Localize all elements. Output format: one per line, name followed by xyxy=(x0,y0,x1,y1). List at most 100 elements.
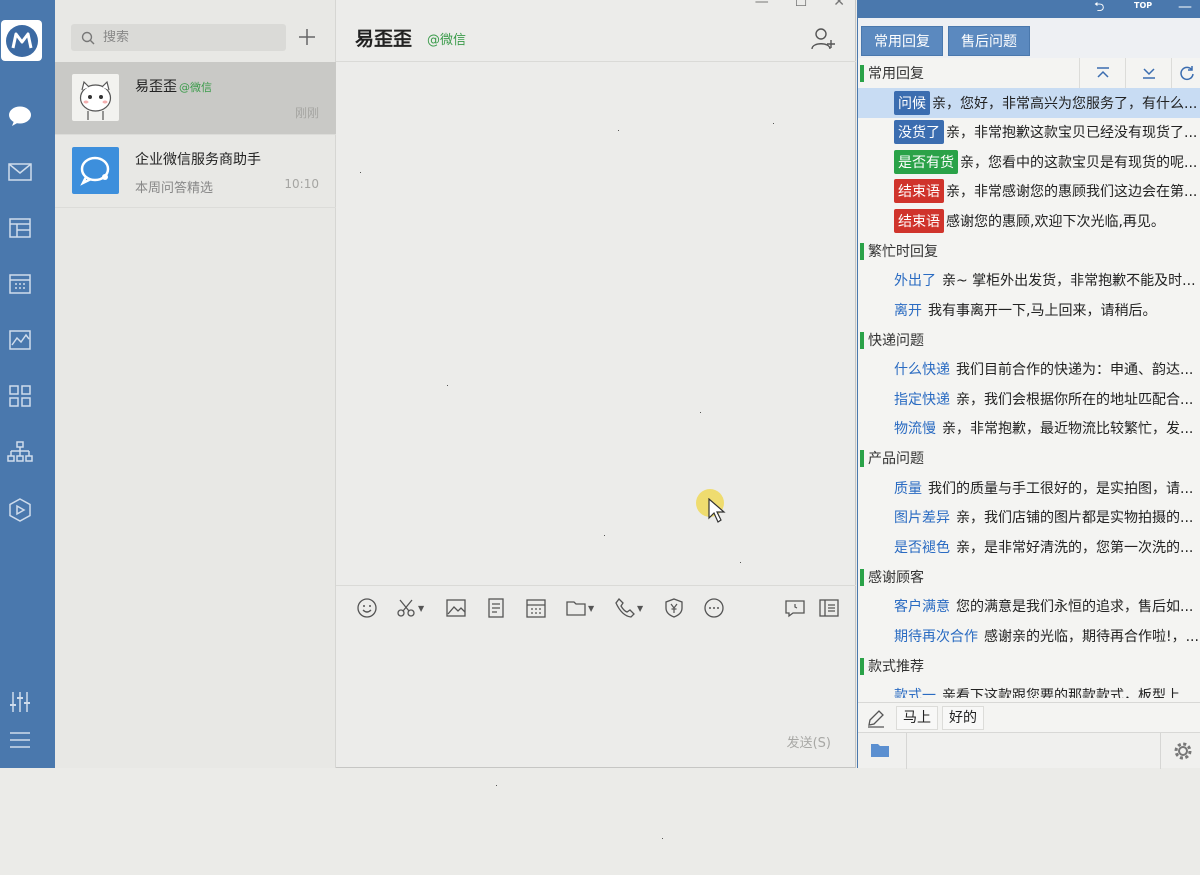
move-bottom-button[interactable] xyxy=(1125,58,1171,88)
payment-button[interactable] xyxy=(663,596,685,620)
move-top-icon xyxy=(1096,67,1109,78)
chart-icon[interactable] xyxy=(6,326,34,354)
quick-reply-item[interactable]: 期待再次合作 感谢亲的光临，期待再合作啦!，... xyxy=(858,621,1200,651)
quick-reply-text: 亲，非常抱歉这款宝贝已经没有现货了... xyxy=(946,125,1198,142)
edit-icon[interactable] xyxy=(866,708,886,732)
quick-words-bar: 马上 好的 xyxy=(858,702,1200,732)
quick-reply-item[interactable]: 什么快递 我们目前合作的快递为：申通、韵达... xyxy=(858,355,1200,385)
message-time: 10:10 xyxy=(284,177,319,191)
quick-reply-category[interactable]: 快递问题 xyxy=(858,324,1200,355)
app-logo xyxy=(1,20,42,61)
quick-reply-label: 客户满意 xyxy=(894,599,950,616)
cube-icon[interactable] xyxy=(6,214,34,242)
screenshot-button[interactable]: ▼ xyxy=(395,596,424,620)
quick-reply-item[interactable]: 外出了 亲~ 掌柜外出发货，非常抱歉不能及时... xyxy=(858,266,1200,296)
menu-icon[interactable] xyxy=(6,726,34,754)
quick-reply-text: 您的满意是我们永恒的追求，售后如... xyxy=(956,599,1194,616)
quick-reply-text: 亲，我们店铺的图片都是实物拍摄的... xyxy=(956,510,1194,527)
emoji-button[interactable] xyxy=(356,596,378,620)
more-button[interactable] xyxy=(703,596,725,620)
quick-reply-item[interactable]: 结束语 亲，非常感谢您的惠顾我们这边会在第... xyxy=(858,177,1200,207)
quick-reply-category[interactable]: 感谢顾客 xyxy=(858,561,1200,592)
add-member-button[interactable] xyxy=(810,26,836,52)
quick-reply-text: 我们目前合作的快递为：申通、韵达... xyxy=(956,362,1194,379)
add-user-icon xyxy=(811,28,835,50)
quick-reply-category[interactable]: 产品问题 xyxy=(858,443,1200,473)
hexagon-icon[interactable] xyxy=(6,496,34,524)
search-box[interactable] xyxy=(71,24,286,51)
refresh-icon xyxy=(1179,66,1194,81)
history-button[interactable] xyxy=(784,596,806,620)
sliders-icon[interactable] xyxy=(6,688,34,716)
folder-button[interactable]: ▼ xyxy=(565,596,594,620)
quick-reply-text: 亲看下这款跟您要的那款款式，板型上... xyxy=(942,688,1194,698)
search-input[interactable] xyxy=(103,30,273,45)
back-icon[interactable]: ⮌ xyxy=(1094,0,1104,20)
document-icon xyxy=(488,598,504,618)
refresh-button[interactable] xyxy=(1171,58,1200,88)
message-preview: 本周问答精选 xyxy=(135,181,214,196)
quick-reply-panel: ⮌ TOP — 常用回复 售后问题 常用回复 问候 亲，您好，非常高兴为您服务了，有… xyxy=(857,0,1200,769)
conversation-item[interactable]: 易歪歪 @微信 刚刚 xyxy=(55,62,336,135)
calendar-icon xyxy=(526,599,546,618)
mail-icon[interactable] xyxy=(6,158,34,186)
quick-reply-label: 是否有货 xyxy=(894,149,958,174)
sidebar-toggle-button[interactable] xyxy=(818,596,840,620)
apps-grid-icon[interactable] xyxy=(6,382,34,410)
tab-after-sales[interactable]: 售后问题 xyxy=(948,26,1030,56)
minimize-panel-button[interactable]: — xyxy=(1178,0,1192,15)
left-nav xyxy=(0,0,55,768)
chat-bubble-icon[interactable] xyxy=(6,102,34,130)
quick-reply-item[interactable]: 质量 我们的质量与手工很好的，是实拍图，请... xyxy=(858,473,1200,503)
quick-reply-text: 亲，非常抱歉，最近物流比较繁忙，发... xyxy=(942,421,1194,438)
quick-reply-label: 结束语 xyxy=(894,208,944,233)
quick-word-button[interactable]: 马上 xyxy=(896,706,938,730)
move-bottom-icon xyxy=(1142,68,1155,79)
schedule-button[interactable] xyxy=(525,596,547,620)
send-button[interactable]: 发送(S) xyxy=(787,732,831,751)
image-button[interactable] xyxy=(445,596,467,620)
quick-reply-item[interactable]: 物流慢 亲，非常抱歉，最近物流比较繁忙，发... xyxy=(858,414,1200,444)
quick-reply-text: 我有事离开一下,马上回来，请稍后。 xyxy=(928,302,1157,319)
tab-common-replies[interactable]: 常用回复 xyxy=(861,26,943,56)
quick-reply-item[interactable]: 是否有货 亲，您看中的这款宝贝是有现货的呢... xyxy=(858,147,1200,177)
quick-reply-label: 是否褪色 xyxy=(894,539,950,556)
quick-reply-text: 亲，您看中的这款宝贝是有现货的呢... xyxy=(960,154,1198,171)
quick-reply-item[interactable]: 是否褪色 亲，是非常好清洗的，您第一次洗的... xyxy=(858,532,1200,562)
contact-name: 企业微信服务商助手 xyxy=(135,152,261,168)
quick-reply-label: 质量 xyxy=(894,480,922,497)
org-chart-icon[interactable] xyxy=(6,438,34,466)
sidebar-icon xyxy=(819,599,839,617)
scissors-icon xyxy=(397,599,415,617)
quick-reply-text: 亲~ 掌柜外出发货，非常抱歉不能及时... xyxy=(942,273,1196,290)
move-top-button[interactable] xyxy=(1079,58,1125,88)
quick-reply-item[interactable]: 问候 亲，您好，非常高兴为您服务了，有什么... xyxy=(858,88,1200,118)
quick-reply-footer xyxy=(858,732,1200,769)
document-button[interactable] xyxy=(485,596,507,620)
quick-word-button[interactable]: 好的 xyxy=(942,706,984,730)
folder-icon xyxy=(566,601,586,616)
quick-reply-label: 没货了 xyxy=(894,120,944,145)
quick-reply-item[interactable]: 离开 我有事离开一下,马上回来，请稍后。 xyxy=(858,295,1200,325)
quick-reply-category[interactable]: 繁忙时回复 xyxy=(858,235,1200,266)
quick-reply-item[interactable]: 没货了 亲，非常抱歉这款宝贝已经没有现货了... xyxy=(858,118,1200,148)
pin-top-button[interactable]: TOP xyxy=(1134,1,1152,10)
quick-reply-category[interactable]: 款式推荐 xyxy=(858,650,1200,681)
conversation-item[interactable]: 企业微信服务商助手 本周问答精选 10:10 xyxy=(55,135,336,208)
quick-reply-item[interactable]: 指定快递 亲，我们会根据你所在的地址匹配合... xyxy=(858,384,1200,414)
quick-reply-label: 指定快递 xyxy=(894,391,950,408)
quick-reply-titlebar: ⮌ TOP — xyxy=(858,0,1200,18)
quick-reply-label: 图片差异 xyxy=(894,510,950,527)
folder-icon[interactable] xyxy=(870,742,890,762)
quick-reply-item[interactable]: 客户满意 您的满意是我们永恒的追求，售后如... xyxy=(858,592,1200,622)
quick-reply-item[interactable]: 图片差异 亲，我们店铺的图片都是实物拍摄的... xyxy=(858,503,1200,533)
more-icon xyxy=(704,598,724,618)
quick-reply-item[interactable]: 结束语 感谢您的惠顾,欢迎下次光临,再见。 xyxy=(858,206,1200,236)
search-icon xyxy=(81,31,95,44)
add-button[interactable] xyxy=(295,25,319,49)
call-button[interactable]: ▼ xyxy=(614,596,643,620)
input-toolbar: ▼ ▼ ▼ xyxy=(336,585,856,629)
calendar-icon[interactable] xyxy=(6,270,34,298)
settings-gear-icon[interactable] xyxy=(1172,740,1194,766)
quick-reply-item[interactable]: 款式一 亲看下这款跟您要的那款款式，板型上... xyxy=(858,681,1200,698)
